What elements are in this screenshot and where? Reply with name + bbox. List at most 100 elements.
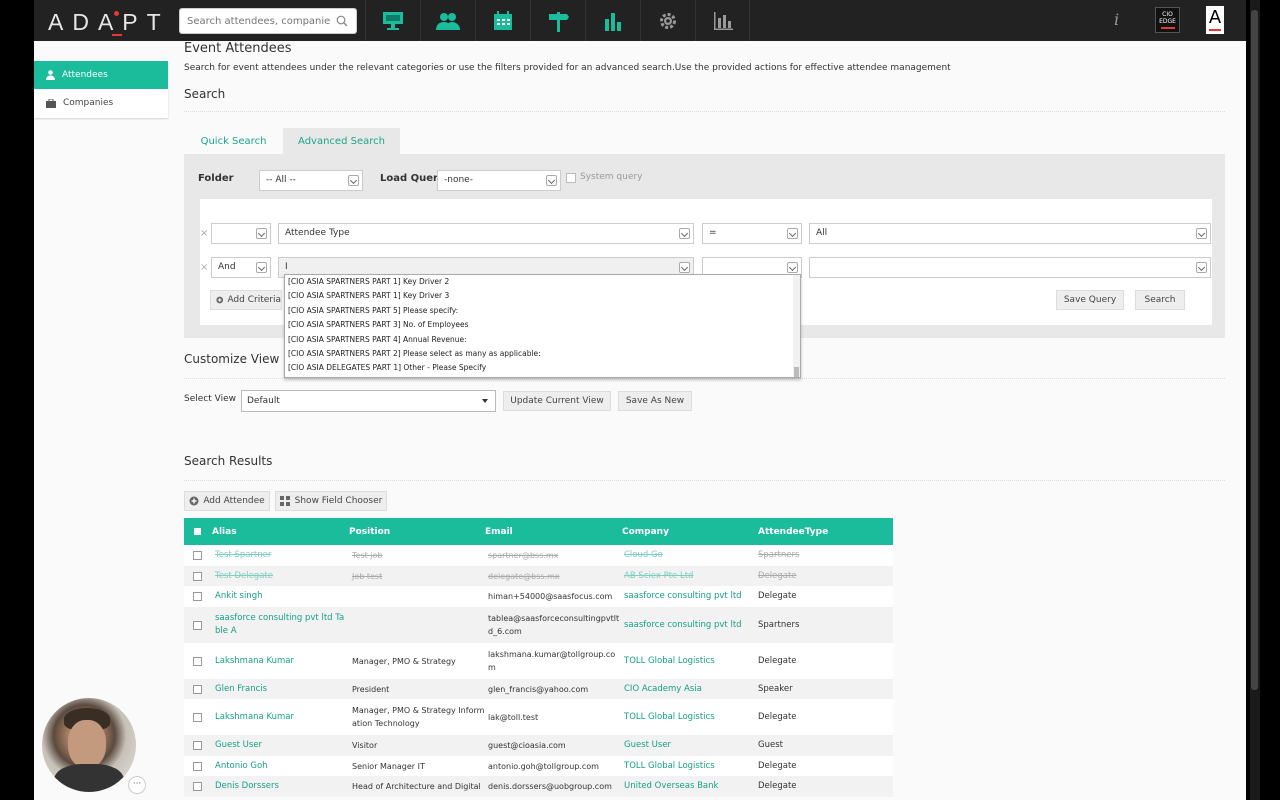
row-checkbox[interactable] [193,620,202,630]
alias-cell[interactable]: Denis Dorssers [215,780,279,793]
cio-edge-badge[interactable]: CIO EDGE [1155,7,1180,33]
show-field-chooser-button[interactable]: Show Field Chooser [275,491,387,511]
row-checkbox[interactable] [193,761,202,771]
view-select[interactable]: Default [241,390,496,412]
company-cell[interactable]: Guest User [624,739,671,752]
update-view-button[interactable]: Update Current View [503,391,611,411]
dropdown-option[interactable]: [CIO ASIA SPARTNERS PART 4] Annual Reven… [285,333,800,347]
company-cell[interactable]: saasforce consulting pvt ltd [624,590,742,603]
people-icon [436,12,460,30]
nav-people[interactable] [420,0,475,41]
alias-cell[interactable]: Test Delegate [215,570,273,583]
company-cell[interactable]: CIO Academy Asia [624,683,702,696]
conjunction-select[interactable]: And [211,257,271,278]
table-row[interactable]: Antonio Goh Senior Manager IT antonio.goh@… [184,756,893,776]
dropdown-scroll-thumb[interactable] [794,367,799,377]
row-checkbox[interactable] [193,712,202,722]
search-icon[interactable] [336,15,348,27]
page-scroll-thumb[interactable] [1251,10,1258,690]
company-cell[interactable]: TOLL Global Logistics [624,711,715,724]
alias-cell[interactable]: Test Spartner [215,549,271,562]
global-search-input[interactable] [180,9,330,34]
position-cell: Head of Architecture and Digital [352,782,481,791]
alias-cell[interactable]: Ankit singh [215,590,262,603]
alias-cell[interactable]: saasforce consulting pvt ltd Ta ble A [215,612,344,638]
conjunction-select[interactable] [211,223,271,244]
alias-cell[interactable]: Guest User [215,739,262,752]
save-as-new-button[interactable]: Save As New [618,391,692,411]
row-checkbox[interactable] [193,782,202,791]
search-button[interactable]: Search [1135,290,1185,310]
divider [184,111,1225,112]
chevron-down-icon [1196,228,1207,239]
company-cell[interactable]: Cloud Go [624,549,663,562]
save-query-button[interactable]: Save Query [1056,290,1124,310]
alias-cell[interactable]: Lakshmana Kumar [215,655,294,668]
global-search[interactable] [179,8,357,34]
dropdown-option[interactable]: [CIO ASIA SPARTNERS PART 2] Please selec… [285,347,800,361]
row-checkbox[interactable] [193,684,202,694]
table-row[interactable]: Lakshmana Kumar Manager, PMO & Strategy I… [184,699,893,735]
table-row[interactable]: Ankit singh himan+54000@saasfocus.com saas… [184,586,893,607]
sidebar-item-attendees[interactable]: Attendees [34,61,168,89]
column-header[interactable]: AttendeeType [758,527,828,537]
company-cell[interactable]: United Overseas Bank [624,780,718,793]
remove-criteria-icon[interactable]: × [200,228,208,239]
table-row[interactable]: Test Spartner Test job spartner@bss.mx Clou… [184,545,893,566]
value-select[interactable] [809,257,1211,278]
row-checkbox[interactable] [193,741,202,750]
nav-reports[interactable] [695,0,750,41]
table-row[interactable]: Guest User Visitor guest@cioasia.com Guest … [184,735,893,756]
folder-select[interactable]: -- All -- [259,170,363,191]
table-row[interactable]: Glen Francis President glen_francis@yahoo.… [184,679,893,699]
nav-presentation[interactable] [365,0,420,41]
dropdown-option[interactable]: [CIO ASIA DELEGATES PART 1] Other - Plea… [285,361,800,375]
row-checkbox[interactable] [193,592,202,601]
dropdown-option[interactable]: [CIO ASIA SPARTNERS PART 1] Key Driver 3 [285,289,800,303]
sidebar-item-companies[interactable]: Companies [34,89,168,117]
dropdown-option[interactable]: [CIO ASIA SPARTNERS PART 1] Key Driver 2 [285,275,800,289]
dropdown-option[interactable]: [CIO ASIA SPARTNERS PART 3] No. of Emplo… [285,318,800,332]
add-attendee-button[interactable]: Add Attendee [184,491,270,511]
info-icon[interactable]: i [1114,10,1119,29]
webcam-more-button[interactable]: ··· [128,776,146,794]
add-criteria-button[interactable]: Add Criteria [210,290,282,310]
alias-cell[interactable]: Lakshmana Kumar [215,711,294,724]
company-cell[interactable]: TOLL Global Logistics [624,760,715,773]
row-checkbox[interactable] [193,551,202,560]
user-avatar[interactable]: A [1206,6,1224,34]
row-checkbox[interactable] [193,571,202,581]
nav-signpost[interactable] [530,0,585,41]
tab-quick-search[interactable]: Quick Search [184,128,283,154]
operator-select[interactable]: = [702,223,802,244]
nav-calendar[interactable] [475,0,530,41]
nav-settings[interactable] [640,0,695,41]
alias-cell[interactable]: Glen Francis [215,683,267,696]
alias-cell[interactable]: Antonio Goh [215,760,268,773]
select-all-checkbox[interactable] [194,528,201,535]
value-select[interactable]: All [809,223,1211,244]
person-icon [46,70,55,80]
nav-analytics[interactable] [585,0,640,41]
column-header[interactable]: Company [622,527,669,537]
remove-criteria-icon[interactable]: × [200,262,208,273]
dropdown-option[interactable]: [CIO ASIA SPARTNERS PART 5] Please speci… [285,304,800,318]
table-row[interactable]: Lakshmana Kumar Manager, PMO & Strategy la… [184,643,893,679]
dropdown-scrollbar[interactable] [793,275,800,377]
tab-advanced-search[interactable]: Advanced Search [283,128,400,154]
field-select[interactable]: Attendee Type [278,223,694,244]
company-cell[interactable]: saasforce consulting pvt ltd [624,619,742,632]
column-header[interactable]: Position [349,527,390,537]
column-header[interactable]: Alias [212,527,237,537]
column-header[interactable]: Email [485,527,513,537]
table-row[interactable]: Denis Dorssers Head of Architecture and D… [184,776,893,797]
page-scrollbar[interactable] [1246,0,1280,800]
table-row[interactable]: saasforce consulting pvt ltd Ta ble A tab… [184,607,893,643]
system-query-checkbox[interactable] [566,173,576,183]
table-row[interactable]: Test Delegate Job test delegate@bss.mx AB S… [184,566,893,586]
company-cell[interactable]: AB Sciex Pte Ltd [624,570,693,583]
row-checkbox[interactable] [193,656,202,666]
load-query-select[interactable]: -none- [437,170,561,191]
adapt-logo[interactable]: ADAPT [48,9,170,36]
company-cell[interactable]: TOLL Global Logistics [624,655,715,668]
